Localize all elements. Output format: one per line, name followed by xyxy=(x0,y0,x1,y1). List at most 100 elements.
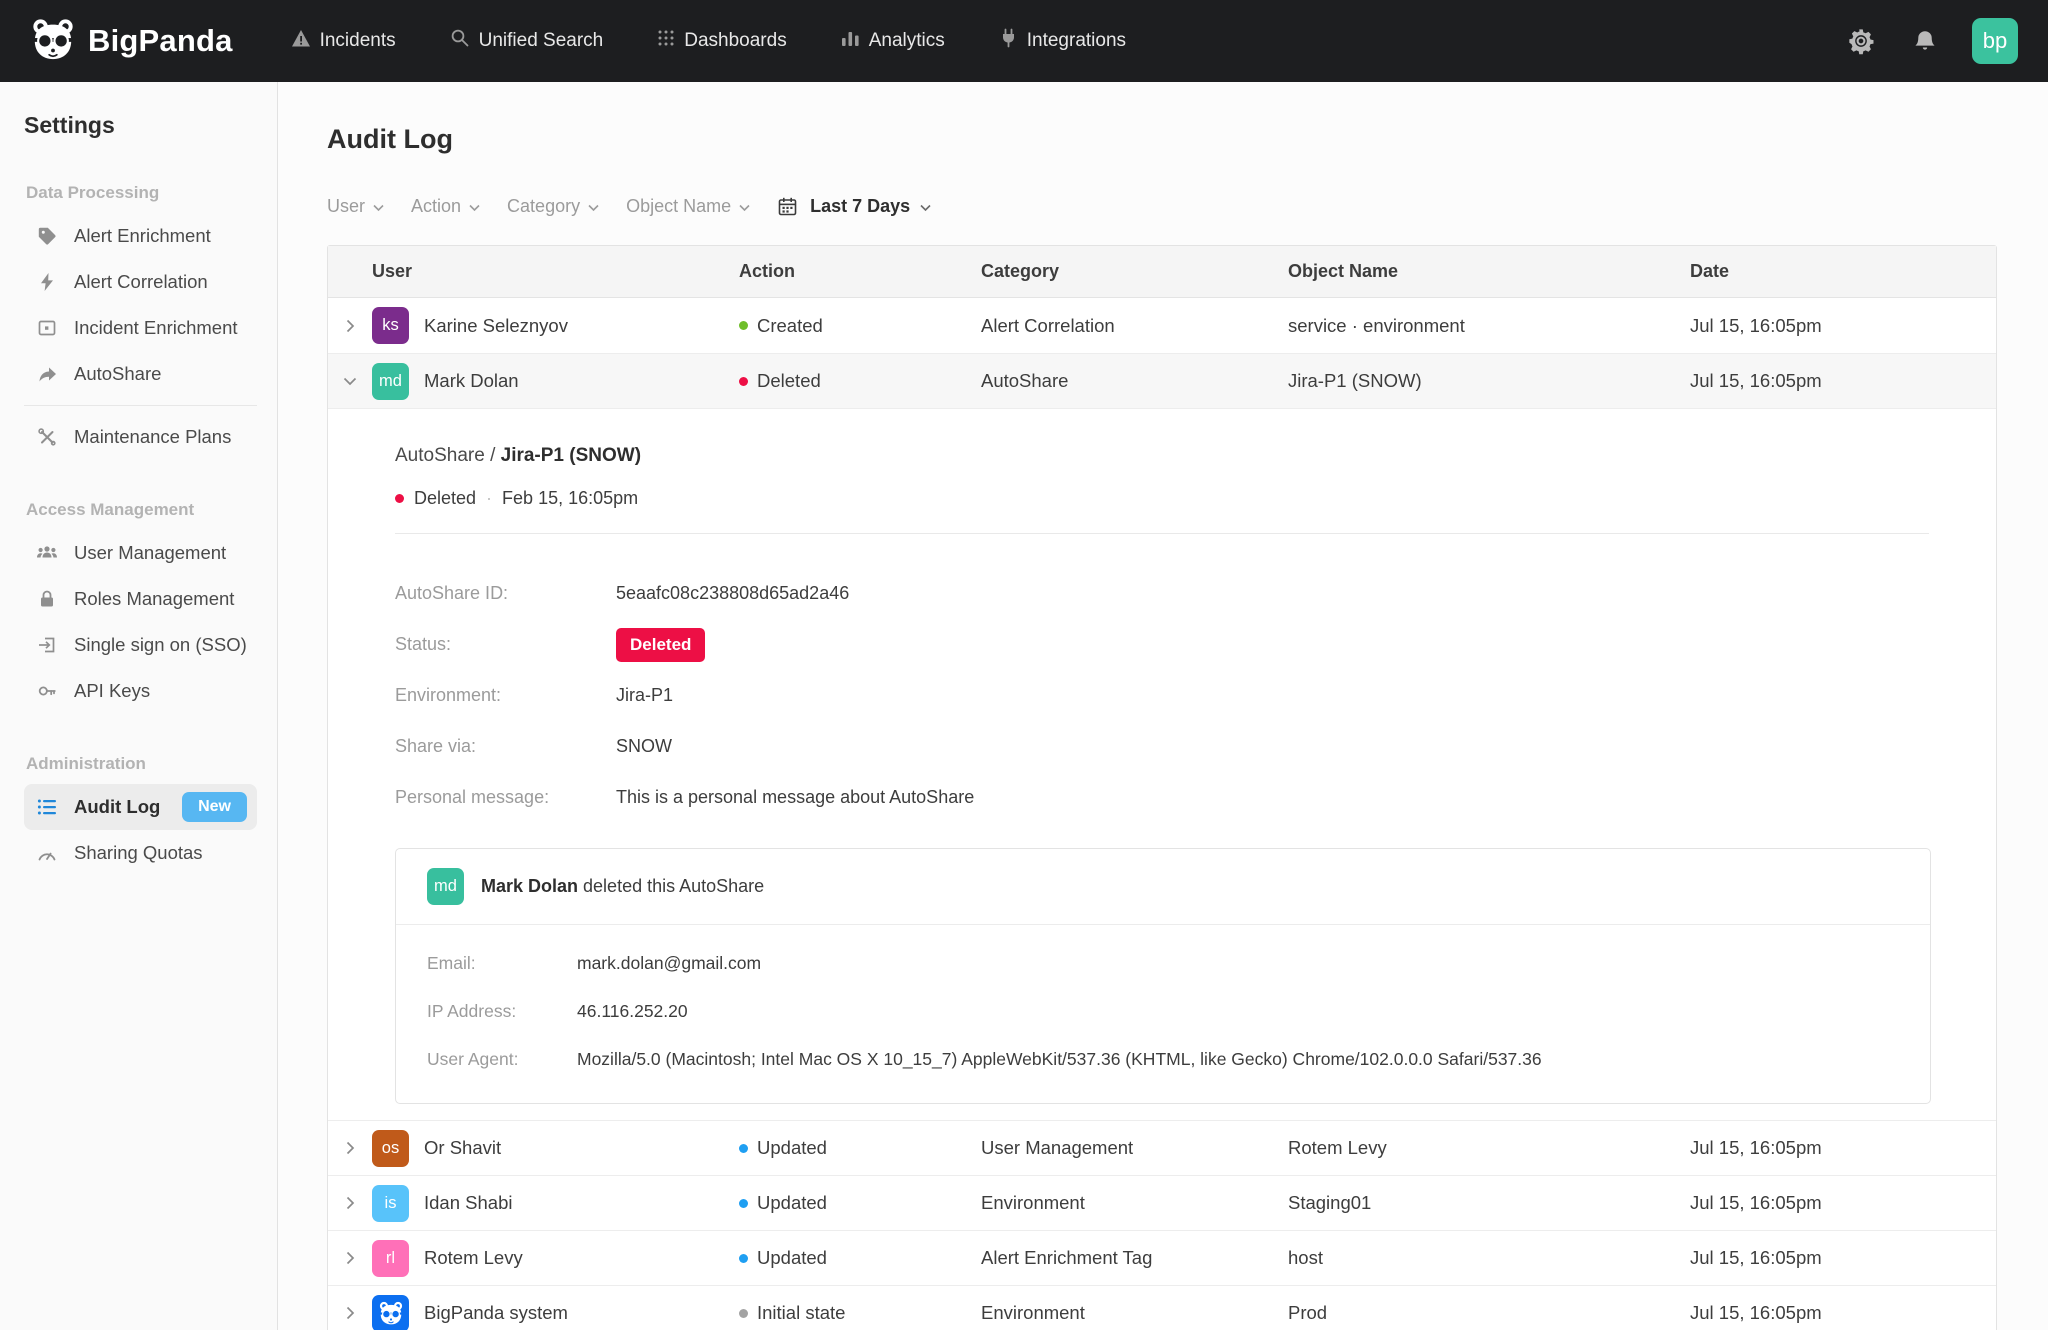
separator-dot: · xyxy=(486,488,492,509)
table-row-expanded[interactable]: md Mark Dolan Deleted AutoShare Jira-P1 … xyxy=(328,353,1996,408)
field-label: Environment: xyxy=(395,685,616,706)
user-name: BigPanda system xyxy=(424,1302,568,1324)
action-label: Updated xyxy=(757,1247,827,1269)
actor-name: Mark Dolan xyxy=(481,876,578,896)
actor-action-text: deleted this AutoShare xyxy=(578,876,764,896)
field-value: This is a personal message about AutoSha… xyxy=(616,787,974,808)
notifications-bell-icon[interactable] xyxy=(1908,24,1942,58)
filter-object-name[interactable]: Object Name xyxy=(626,196,750,217)
table-header: User Action Category Object Name Date xyxy=(328,246,1996,298)
field-label: Status: xyxy=(395,634,616,655)
settings-sidebar: Settings Data Processing Alert Enrichmen… xyxy=(0,82,278,1330)
sidebar-item-autoshare[interactable]: AutoShare xyxy=(24,351,257,397)
breadcrumb-category: AutoShare / xyxy=(395,445,501,466)
category-cell: Alert Enrichment Tag xyxy=(981,1247,1288,1269)
sidebar-item-sharing-quotas[interactable]: Sharing Quotas xyxy=(24,830,257,876)
field-row: Environment: Jira-P1 xyxy=(395,670,1929,721)
action-label: Updated xyxy=(757,1137,827,1159)
field-label: Email: xyxy=(427,953,577,974)
category-cell: Alert Correlation xyxy=(981,315,1288,337)
actor-card-header: md Mark Dolan deleted this AutoShare xyxy=(396,849,1930,925)
field-row: Email: mark.dolan@gmail.com xyxy=(427,939,1899,987)
field-row: IP Address: 46.116.252.20 xyxy=(427,987,1899,1035)
calendar-icon xyxy=(777,196,798,217)
sidebar-item-audit-log[interactable]: Audit Log New xyxy=(24,784,257,830)
lock-icon xyxy=(36,589,58,609)
detail-date: Feb 15, 16:05pm xyxy=(502,488,638,509)
filter-date-range[interactable]: Last 7 Days xyxy=(777,196,931,217)
filter-label: Category xyxy=(507,196,580,217)
actor-card: md Mark Dolan deleted this AutoShare Ema… xyxy=(395,848,1931,1104)
filter-user[interactable]: User xyxy=(327,196,384,217)
sidebar-item-user-management[interactable]: User Management xyxy=(24,530,257,576)
audit-log-table: User Action Category Object Name Date ks… xyxy=(327,245,1997,1330)
settings-gear-icon[interactable] xyxy=(1844,24,1878,58)
object-name-cell: service · environment xyxy=(1288,315,1690,337)
field-label: Share via: xyxy=(395,736,616,757)
chevron-right-icon[interactable] xyxy=(346,319,355,333)
sidebar-item-roles-management[interactable]: Roles Management xyxy=(24,576,257,622)
chevron-down-icon xyxy=(373,196,384,217)
chevron-right-icon[interactable] xyxy=(346,1196,355,1210)
sidebar-item-label: Roles Management xyxy=(74,588,234,610)
square-dot-icon xyxy=(36,318,58,338)
bigpanda-system-avatar xyxy=(372,1295,409,1330)
nav-label: Analytics xyxy=(869,30,945,52)
table-row[interactable]: is Idan Shabi Updated Environment Stagin… xyxy=(328,1175,1996,1230)
sidebar-item-alert-correlation[interactable]: Alert Correlation xyxy=(24,259,257,305)
table-row[interactable]: ks Karine Seleznyov Created Alert Correl… xyxy=(328,298,1996,353)
sidebar-item-label: User Management xyxy=(74,542,226,564)
sidebar-item-api-keys[interactable]: API Keys xyxy=(24,668,257,714)
avatar: ks xyxy=(372,307,409,344)
chevron-down-icon[interactable] xyxy=(343,377,357,386)
page-title: Audit Log xyxy=(327,124,1997,155)
detail-status-line: Deleted · Feb 15, 16:05pm xyxy=(395,488,1929,509)
field-value: SNOW xyxy=(616,736,672,757)
avatar: is xyxy=(372,1185,409,1222)
key-icon xyxy=(36,681,58,701)
brand-logo[interactable]: BigPanda xyxy=(30,16,233,67)
sidebar-item-incident-enrichment[interactable]: Incident Enrichment xyxy=(24,305,257,351)
topnav-right: bp xyxy=(1844,18,2018,64)
table-row[interactable]: rl Rotem Levy Updated Alert Enrichment T… xyxy=(328,1230,1996,1285)
user-name: Or Shavit xyxy=(424,1137,501,1159)
date-filter-label: Last 7 Days xyxy=(810,196,910,217)
sidebar-item-label: AutoShare xyxy=(74,363,161,385)
chevron-down-icon xyxy=(588,196,599,217)
detail-action-label: Deleted xyxy=(414,488,476,509)
chevron-right-icon[interactable] xyxy=(346,1251,355,1265)
sidebar-item-label: Audit Log xyxy=(74,796,160,818)
col-category: Category xyxy=(981,261,1288,282)
plug-icon xyxy=(999,28,1018,54)
detail-fields: AutoShare ID: 5eaafc08c238808d65ad2a46 S… xyxy=(395,568,1929,823)
field-label: User Agent: xyxy=(427,1049,577,1070)
sidebar-item-label: Incident Enrichment xyxy=(74,317,238,339)
table-row[interactable]: BigPanda system Initial state Environmen… xyxy=(328,1285,1996,1330)
top-navbar: BigPanda Incidents Unified Search Dashbo… xyxy=(0,0,2048,82)
sidebar-item-sso[interactable]: Single sign on (SSO) xyxy=(24,622,257,668)
nav-analytics[interactable]: Analytics xyxy=(841,29,945,53)
chevron-right-icon[interactable] xyxy=(346,1141,355,1155)
user-avatar[interactable]: bp xyxy=(1972,18,2018,64)
filter-label: Action xyxy=(411,196,461,217)
sidebar-item-maintenance-plans[interactable]: Maintenance Plans xyxy=(24,414,257,460)
field-value: 46.116.252.20 xyxy=(577,1001,688,1022)
nav-incidents[interactable]: Incidents xyxy=(291,29,396,54)
table-row[interactable]: os Or Shavit Updated User Management Rot… xyxy=(328,1120,1996,1175)
field-value: 5eaafc08c238808d65ad2a46 xyxy=(616,583,849,604)
section-access-management: Access Management xyxy=(26,500,257,520)
field-row: Personal message: This is a personal mes… xyxy=(395,772,1929,823)
field-value: mark.dolan@gmail.com xyxy=(577,953,761,974)
date-cell: Jul 15, 16:05pm xyxy=(1690,1302,1996,1324)
nav-dashboards[interactable]: Dashboards xyxy=(657,29,786,53)
chevron-right-icon[interactable] xyxy=(346,1306,355,1320)
nav-integrations[interactable]: Integrations xyxy=(999,28,1126,54)
chevron-down-icon xyxy=(920,196,931,217)
filter-action[interactable]: Action xyxy=(411,196,480,217)
filter-category[interactable]: Category xyxy=(507,196,599,217)
sidebar-item-alert-enrichment[interactable]: Alert Enrichment xyxy=(24,213,257,259)
filter-label: Object Name xyxy=(626,196,731,217)
object-name-cell: Jira-P1 (SNOW) xyxy=(1288,370,1690,392)
avatar: md xyxy=(427,868,464,905)
nav-unified-search[interactable]: Unified Search xyxy=(450,28,604,54)
